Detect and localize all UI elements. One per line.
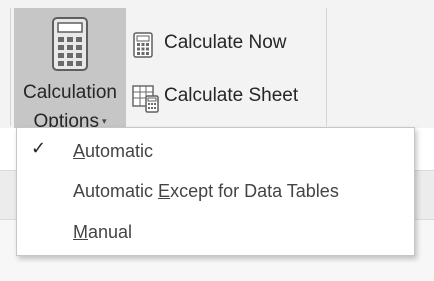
access-key: A <box>73 141 86 161</box>
label-prefix: Automatic <box>73 181 159 201</box>
calculator-icon <box>52 17 88 71</box>
calculation-options-menu: ✓ Automatic Automatic Except for Data Ta… <box>16 127 415 256</box>
checkmark-icon: ✓ <box>31 138 47 158</box>
calculate-now-label: Calculate Now <box>164 32 287 53</box>
menu-item-label: Automatic Except for Data Tables <box>73 180 339 202</box>
ribbon-separator <box>10 8 11 126</box>
calculator-small-icon <box>133 32 153 58</box>
calculate-now-button[interactable]: Calculate Now <box>130 28 318 58</box>
label-suffix: utomatic <box>85 141 154 161</box>
calculation-options-label-line1: Calculation <box>23 82 117 103</box>
label-suffix: xcept for Data Tables <box>170 181 339 201</box>
label-suffix: anual <box>88 222 133 242</box>
dropdown-caret-icon: ▾ <box>101 116 107 126</box>
calculation-options-button[interactable]: Calculation Options ▾ <box>14 8 126 132</box>
menu-item-manual[interactable]: Manual <box>17 214 414 252</box>
ribbon-separator <box>326 8 327 126</box>
access-key: M <box>73 222 88 242</box>
menu-item-label: Manual <box>73 221 132 243</box>
calculate-sheet-button[interactable]: Calculate Sheet <box>130 81 318 113</box>
menu-item-automatic-except-data-tables[interactable]: Automatic Except for Data Tables <box>17 173 414 211</box>
menu-item-automatic[interactable]: ✓ Automatic <box>17 133 414 171</box>
access-key: E <box>158 181 171 201</box>
menu-item-label: Automatic <box>73 140 153 162</box>
calculate-sheet-icon <box>132 85 159 113</box>
calculate-sheet-label: Calculate Sheet <box>164 85 299 106</box>
